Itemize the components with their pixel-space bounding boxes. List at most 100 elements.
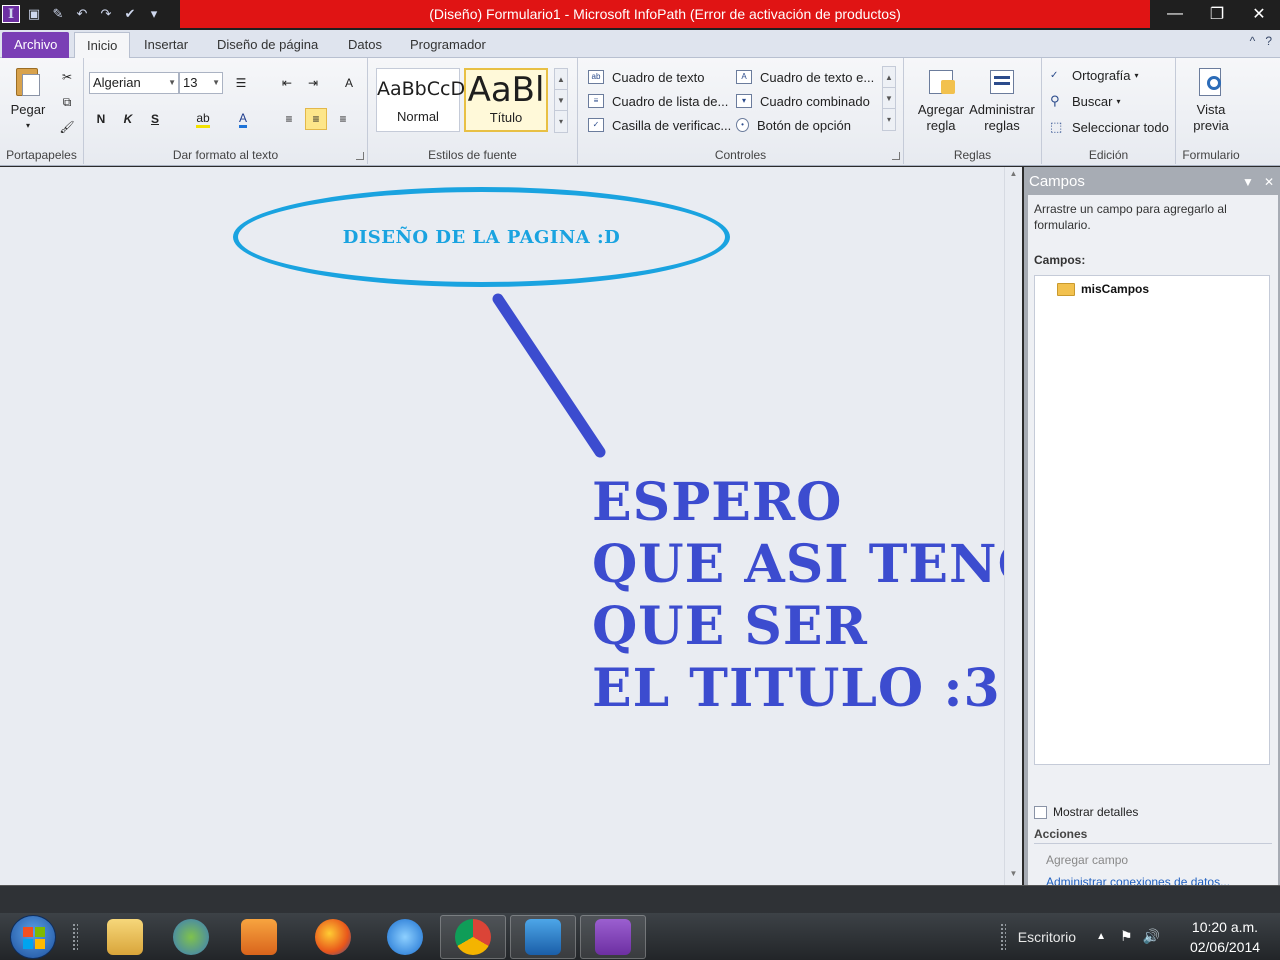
start-button[interactable] xyxy=(10,915,56,959)
find-button[interactable]: ⚲ Buscar ▾ xyxy=(1050,90,1120,112)
copy-icon[interactable]: ⧉ xyxy=(56,91,78,113)
taskbar-firefox[interactable] xyxy=(300,915,366,959)
publish-icon[interactable]: ✔ xyxy=(120,4,140,24)
dialog-launcher-icon[interactable] xyxy=(892,152,900,160)
taskbar-paint[interactable] xyxy=(510,915,576,959)
tab-archivo[interactable]: Archivo xyxy=(2,32,70,58)
help-icon[interactable]: ? xyxy=(1265,34,1272,48)
window-title: (Diseño) Formulario1 - Microsoft InfoPat… xyxy=(429,6,901,22)
minimize-button[interactable]: — xyxy=(1154,0,1196,28)
paint-icon xyxy=(525,919,561,955)
control-cuadro-texto[interactable]: ab Cuadro de texto xyxy=(588,66,705,88)
italic-button[interactable]: K xyxy=(117,108,139,130)
bullets-icon[interactable]: ☰ xyxy=(230,72,252,94)
font-color-icon[interactable]: A xyxy=(232,108,254,130)
preview-quick-icon[interactable]: ✎ xyxy=(48,4,68,24)
form-title-text[interactable]: ESPERO QUE ASI TENGA QUE SER EL TITULO :… xyxy=(592,472,1004,720)
canvas-vertical-scrollbar[interactable]: ▲ ▼ xyxy=(1004,167,1022,885)
group-controles: ab Cuadro de texto A Cuadro de texto e... … xyxy=(578,58,904,164)
taskbar-infopath[interactable] xyxy=(580,915,646,959)
volume-icon[interactable]: 🔊 xyxy=(1143,928,1160,945)
taskbar-media-player[interactable] xyxy=(226,915,292,959)
pane-title: Campos xyxy=(1029,173,1085,190)
tab-datos[interactable]: Datos xyxy=(336,32,394,58)
paste-button[interactable]: Pegar ▾ xyxy=(8,66,48,134)
close-button[interactable]: ✕ xyxy=(1238,0,1280,28)
font-name-combo[interactable]: Algerian ▼ xyxy=(89,72,179,94)
control-cuadro-texto-enriquecido[interactable]: A Cuadro de texto e... xyxy=(736,66,874,88)
group-formato-texto: Algerian ▼ 13 ▼ ☰ ⇤ ⇥ A N K S ab A ≡ ≡ ≡ D… xyxy=(84,58,368,164)
scroll-up-icon[interactable]: ▲ xyxy=(883,67,895,88)
styles-gallery-scroll[interactable]: ▲ ▼ ▾ xyxy=(554,68,568,133)
format-painter-icon[interactable]: 🖌 xyxy=(56,116,78,138)
taskbar-clock[interactable]: 10:20 a.m. 02/06/2014 xyxy=(1170,917,1280,957)
underline-button[interactable]: S xyxy=(144,108,166,130)
decrease-indent-icon[interactable]: ⇤ xyxy=(276,72,298,94)
more-icon[interactable]: ▾ xyxy=(555,111,567,132)
taskbar-internet-explorer[interactable] xyxy=(372,915,438,959)
tab-insertar[interactable]: Insertar xyxy=(132,32,200,58)
scroll-down-icon[interactable]: ▼ xyxy=(883,88,895,109)
dialog-launcher-icon[interactable] xyxy=(356,152,364,160)
action-center-flag-icon[interactable]: ⚑ xyxy=(1120,928,1133,945)
tab-programador[interactable]: Programador xyxy=(398,32,498,58)
ribbon: Pegar ▾ ✂ ⧉ 🖌 Portapapeles Algerian ▼ 13 ▼… xyxy=(0,58,1280,166)
customize-qat-icon[interactable]: ▾ xyxy=(144,4,164,24)
tab-diseno-pagina[interactable]: Diseño de página xyxy=(205,32,330,58)
scroll-up-icon[interactable]: ▲ xyxy=(1005,169,1022,183)
taskbar-chrome[interactable] xyxy=(440,915,506,959)
highlight-icon[interactable]: ab xyxy=(192,108,214,130)
show-details-checkbox[interactable]: Mostrar detalles xyxy=(1034,805,1138,819)
restore-button[interactable]: ❐ xyxy=(1196,0,1238,28)
align-right-icon[interactable]: ≡ xyxy=(332,108,354,130)
align-center-icon[interactable]: ≡ xyxy=(305,108,327,130)
select-all-button[interactable]: ⬚ Seleccionar todo xyxy=(1050,116,1169,138)
add-rule-button[interactable]: Agregar regla xyxy=(910,66,972,134)
increase-indent-icon[interactable]: ⇥ xyxy=(302,72,324,94)
checkbox-icon[interactable] xyxy=(1034,805,1047,819)
align-left-icon[interactable]: ≡ xyxy=(278,108,300,130)
controls-gallery-scroll[interactable]: ▲ ▼ ▾ xyxy=(882,66,896,131)
save-icon[interactable]: ▣ xyxy=(24,4,44,24)
add-field-link[interactable]: Agregar campo xyxy=(1046,853,1128,867)
tab-inicio[interactable]: Inicio xyxy=(74,32,131,58)
taskbar-messenger[interactable] xyxy=(158,915,224,959)
spelling-button[interactable]: ✓ Ortografía ▾ xyxy=(1050,64,1139,86)
font-size-combo[interactable]: 13 ▼ xyxy=(179,72,223,94)
redo-icon[interactable]: ↷ xyxy=(96,4,116,24)
chevron-down-icon: ▾ xyxy=(1116,96,1121,106)
control-boton-opcion[interactable]: • Botón de opción xyxy=(736,114,851,136)
pane-options-icon[interactable]: ▼ xyxy=(1242,171,1254,193)
combobox-icon: ▾ xyxy=(736,94,752,108)
undo-icon[interactable]: ↶ xyxy=(72,4,92,24)
show-hidden-icons[interactable]: ▲ xyxy=(1096,931,1106,942)
clear-formatting-icon[interactable]: A xyxy=(338,72,360,94)
preview-button[interactable]: Vista previa xyxy=(1180,66,1242,134)
fields-tree[interactable]: misCampos xyxy=(1034,275,1270,765)
title-line: QUE ASI TENGA xyxy=(592,534,1004,595)
control-cuadro-lista[interactable]: ≡ Cuadro de lista de... xyxy=(588,90,728,112)
control-cuadro-combinado[interactable]: ▾ Cuadro combinado xyxy=(736,90,870,112)
taskbar-explorer[interactable] xyxy=(92,915,158,959)
fields-task-pane: Campos ▼ ✕ Arrastre un campo para agrega… xyxy=(1024,167,1280,889)
manage-rules-button[interactable]: Administrar reglas xyxy=(966,66,1038,134)
cut-icon[interactable]: ✂ xyxy=(56,66,78,88)
listbox-icon: ≡ xyxy=(588,94,604,108)
tree-item-root[interactable]: misCampos xyxy=(1057,282,1149,296)
scroll-down-icon[interactable]: ▼ xyxy=(555,90,567,111)
more-icon[interactable]: ▾ xyxy=(883,109,895,130)
style-normal[interactable]: AaBbCcD Normal xyxy=(376,68,465,132)
control-casilla-verificacion[interactable]: ✓ Casilla de verificac... xyxy=(588,114,731,136)
folder-icon xyxy=(107,919,143,955)
minimize-ribbon-icon[interactable]: ^ xyxy=(1250,34,1256,48)
desktop-toolbar[interactable]: Escritorio xyxy=(1018,929,1076,945)
infopath-app-icon[interactable]: I xyxy=(2,5,20,23)
windows-taskbar: Escritorio ▲ ⚑ 🔊 10:20 a.m. 02/06/2014 xyxy=(0,913,1280,960)
scroll-down-icon[interactable]: ▼ xyxy=(1005,869,1022,883)
pane-close-icon[interactable]: ✕ xyxy=(1264,171,1274,193)
scroll-up-icon[interactable]: ▲ xyxy=(555,69,567,90)
checkbox-icon: ✓ xyxy=(588,118,604,132)
bold-button[interactable]: N xyxy=(90,108,112,130)
style-titulo[interactable]: AaBl Título xyxy=(464,68,548,132)
form-design-canvas[interactable]: DISEÑO DE LA PAGINA :D ESPERO QUE ASI TE… xyxy=(0,167,1004,885)
